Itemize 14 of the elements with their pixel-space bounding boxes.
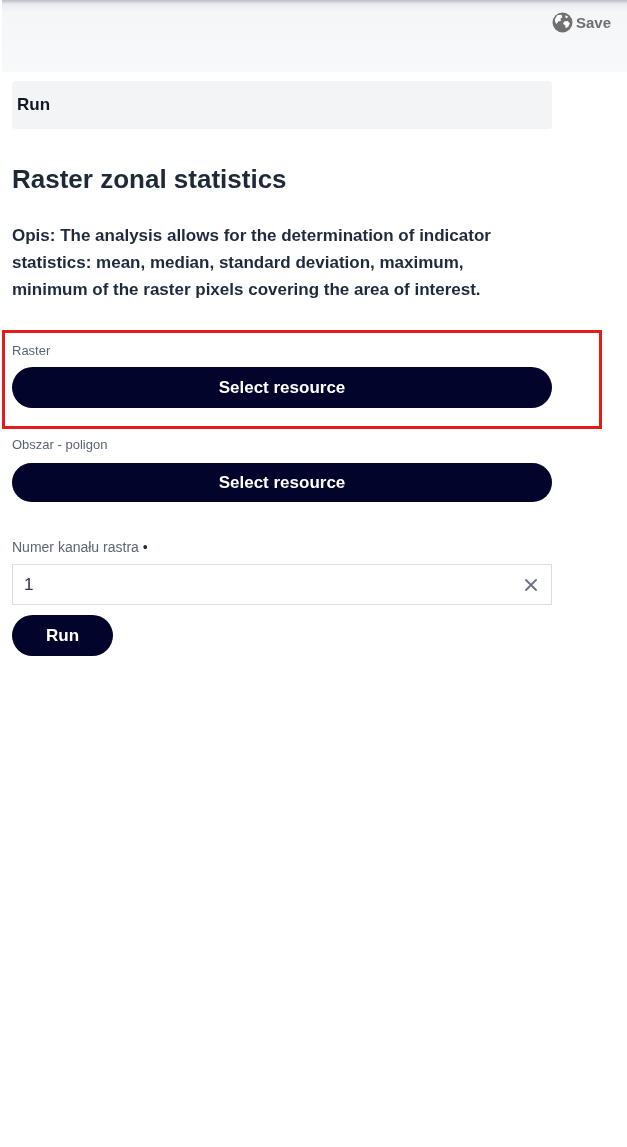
field-label: Numer kanału rastra [12,538,139,556]
select-resource-button[interactable]: Select resource [12,367,552,408]
clear-icon[interactable] [525,578,537,591]
globe-icon [551,12,573,33]
page-title: Raster zonal statistics [12,163,288,195]
run-button[interactable]: Run [12,615,113,656]
input-field[interactable]: 1 [12,564,552,605]
save-button[interactable]: Save [551,12,611,33]
description-text: Opis: The analysis allows for the determination of indicator statistics: mean, median, standard deviation, maximum, minimum of the raster pixels covering the area of interest. [12,225,492,301]
required-mark: • [142,538,148,556]
field-label: Obszar - poligon [12,436,108,454]
field-label: Raster [12,342,51,360]
section-header: Run [12,81,552,129]
select-resource-button[interactable]: Select resource [12,463,552,502]
